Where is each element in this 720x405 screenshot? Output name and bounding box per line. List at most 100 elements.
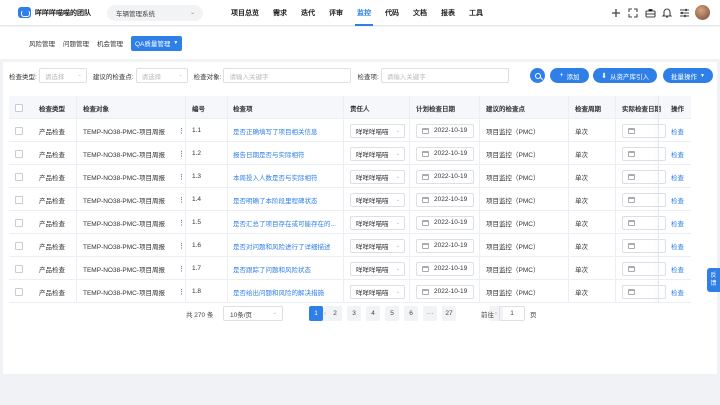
- check-item-link[interactable]: 报告日期是否与实际相符: [233, 142, 345, 165]
- owner-select[interactable]: 咩咩咩喵喵 ⌄: [350, 119, 405, 142]
- check-item-link[interactable]: 是否给出问题和风险的解决措施: [233, 280, 345, 303]
- actual-date-picker[interactable]: [622, 211, 666, 234]
- check-action-link[interactable]: 检查: [671, 119, 684, 142]
- check-item-input[interactable]: 请输入关键字: [380, 68, 509, 83]
- more-icon[interactable]: ⋮: [178, 188, 185, 211]
- feedback-tab[interactable]: 反 馈: [707, 268, 720, 292]
- nav-item-iteration[interactable]: 迭代: [301, 0, 315, 26]
- project-switcher[interactable]: 车辆管理系统 ⌄: [107, 4, 203, 21]
- owner-select[interactable]: 咩咩咩喵喵 ⌄: [350, 257, 405, 280]
- actual-date-picker[interactable]: [622, 257, 666, 280]
- plan-date-picker[interactable]: 2022-10-19: [416, 188, 474, 211]
- plan-date-picker[interactable]: 2022-10-19: [416, 257, 474, 280]
- check-point-select[interactable]: 请选择 ⌄: [135, 68, 188, 83]
- page-button[interactable]: 5: [385, 306, 399, 321]
- plan-date-picker[interactable]: 2022-10-19: [416, 142, 474, 165]
- page-button[interactable]: 1: [309, 306, 323, 321]
- tab-issue-management[interactable]: 问题管理: [63, 36, 89, 51]
- page-button[interactable]: 2: [328, 306, 342, 321]
- nav-item-tools[interactable]: 工具: [469, 0, 483, 26]
- plan-date-picker[interactable]: 2022-10-19: [416, 165, 474, 188]
- check-item-link[interactable]: 是否明确了本阶段里程碑状态: [233, 188, 345, 211]
- owner-select[interactable]: 咩咩咩喵喵 ⌄: [350, 188, 405, 211]
- nav-item-monitor[interactable]: 监控: [355, 0, 373, 26]
- row-checkbox[interactable]: [15, 165, 23, 188]
- row-checkbox[interactable]: [15, 280, 23, 303]
- actual-date-picker[interactable]: [622, 165, 666, 188]
- search-button[interactable]: [530, 68, 545, 83]
- check-action-link[interactable]: 检查: [671, 142, 684, 165]
- row-checkbox[interactable]: [15, 119, 23, 142]
- page-size-select[interactable]: 10条/页 ⌄: [223, 306, 283, 321]
- expand-icon[interactable]: [626, 6, 640, 20]
- more-pages-button[interactable]: ···: [423, 306, 437, 321]
- settings-sliders-icon[interactable]: [677, 6, 691, 20]
- import-from-assets-button[interactable]: ⬇ 从资产库引入: [593, 68, 657, 83]
- select-all-checkbox[interactable]: [15, 96, 23, 119]
- page-button[interactable]: 3: [347, 306, 361, 321]
- page-button[interactable]: 6: [404, 306, 418, 321]
- row-checkbox[interactable]: [15, 188, 23, 211]
- page-button[interactable]: 27: [442, 306, 456, 321]
- plus-icon[interactable]: [609, 6, 623, 20]
- check-item-link[interactable]: 本周投入人数是否与实际相符: [233, 165, 345, 188]
- actual-date-picker[interactable]: [622, 234, 666, 257]
- owner-select[interactable]: 咩咩咩喵喵 ⌄: [350, 234, 405, 257]
- check-action-link[interactable]: 检查: [671, 234, 684, 257]
- actual-date-picker[interactable]: [622, 142, 666, 165]
- add-button[interactable]: + 添加: [550, 68, 589, 83]
- more-icon[interactable]: ⋮: [178, 142, 185, 165]
- check-item-link[interactable]: 是否跟踪了问题和风险状态: [233, 257, 345, 280]
- more-icon[interactable]: ⋮: [178, 257, 185, 280]
- nav-item-reports[interactable]: 报表: [441, 0, 455, 26]
- plan-date-picker[interactable]: 2022-10-19: [416, 234, 474, 257]
- check-item-link[interactable]: 是否正确填写了项目相关信息: [233, 119, 345, 142]
- user-avatar[interactable]: [695, 5, 710, 20]
- check-action-link[interactable]: 检查: [671, 211, 684, 234]
- main-nav: 项目总览 需求 迭代 评审 监控 代码 文档 报表 工具: [231, 0, 497, 26]
- row-checkbox[interactable]: [15, 234, 23, 257]
- plan-date-picker[interactable]: 2022-10-19: [416, 119, 474, 142]
- plan-date-picker[interactable]: 2022-10-19: [416, 211, 474, 234]
- goto-page-input[interactable]: 1: [499, 306, 525, 321]
- bell-icon[interactable]: [660, 6, 674, 20]
- nav-item-review[interactable]: 评审: [329, 0, 343, 26]
- batch-operations-button[interactable]: 批量操作 ▼: [663, 68, 713, 83]
- tab-risk-management[interactable]: 风险管理: [29, 36, 55, 51]
- check-action-link[interactable]: 检查: [671, 188, 684, 211]
- actual-date-picker[interactable]: [622, 280, 666, 303]
- owner-select[interactable]: 咩咩咩喵喵 ⌄: [350, 280, 405, 303]
- nav-item-code[interactable]: 代码: [385, 0, 399, 26]
- check-action-link[interactable]: 检查: [671, 280, 684, 303]
- actual-date-picker[interactable]: [622, 188, 666, 211]
- check-item-link[interactable]: 是否对问题和风险进行了详细描述: [233, 234, 345, 257]
- tab-opportunity-management[interactable]: 机会管理: [97, 36, 123, 51]
- nav-item-docs[interactable]: 文档: [413, 0, 427, 26]
- cell-number: 1.4: [192, 196, 202, 203]
- row-checkbox[interactable]: [15, 142, 23, 165]
- more-icon[interactable]: ⋮: [178, 280, 185, 303]
- owner-select[interactable]: 咩咩咩喵喵 ⌄: [350, 165, 405, 188]
- check-object-input[interactable]: 请输入关键字: [223, 68, 352, 83]
- briefcase-icon[interactable]: [643, 6, 657, 20]
- nav-item-overview[interactable]: 项目总览: [231, 0, 259, 26]
- page-button[interactable]: 4: [366, 306, 380, 321]
- row-checkbox[interactable]: [15, 257, 23, 280]
- nav-item-requirements[interactable]: 需求: [273, 0, 287, 26]
- owner-select[interactable]: 咩咩咩喵喵 ⌄: [350, 142, 405, 165]
- tab-qa-quality-management[interactable]: QA质量管理 ▼: [131, 35, 183, 51]
- actual-date-picker[interactable]: [622, 119, 666, 142]
- row-checkbox[interactable]: [15, 211, 23, 234]
- plan-date-picker[interactable]: 2022-10-19: [416, 280, 474, 303]
- check-action-link[interactable]: 检查: [671, 257, 684, 280]
- owner-select[interactable]: 咩咩咩喵喵 ⌄: [350, 211, 405, 234]
- check-item-link[interactable]: 是否汇总了项目存在或可能存在的...: [233, 211, 345, 234]
- check-type-select[interactable]: 请选择 ⌄: [38, 68, 87, 83]
- more-icon[interactable]: ⋮: [178, 165, 185, 188]
- more-icon[interactable]: ⋮: [178, 119, 185, 142]
- check-action-link[interactable]: 检查: [671, 165, 684, 188]
- owner-value: 咩咩咩喵喵: [356, 128, 389, 136]
- more-icon[interactable]: ⋮: [178, 234, 185, 257]
- more-icon[interactable]: ⋮: [178, 211, 185, 234]
- team-logo[interactable]: 咩咩咩喵喵的团队: [18, 7, 91, 18]
